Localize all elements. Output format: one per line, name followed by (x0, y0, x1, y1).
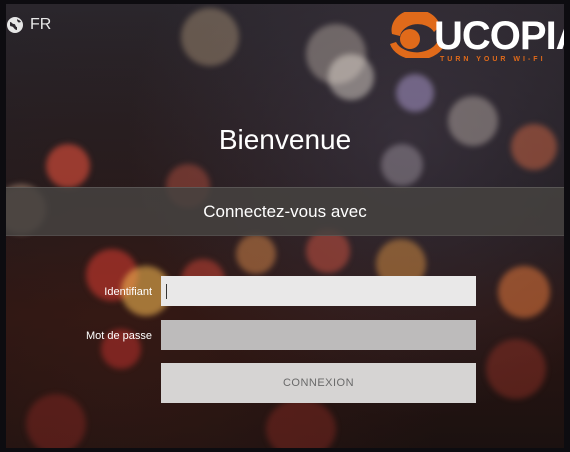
connect-prompt: Connectez-vous avec (203, 202, 367, 221)
portal-frame: FR UCOPIA TURN YOUR WI-FI Bienvenue Conn… (0, 0, 570, 452)
login-screen: FR UCOPIA TURN YOUR WI-FI Bienvenue Conn… (6, 4, 564, 448)
language-selector[interactable]: FR (6, 16, 51, 34)
text-caret (166, 284, 167, 299)
bokeh-light (181, 8, 239, 66)
globe-icon (6, 16, 24, 34)
bokeh-light (498, 266, 550, 318)
language-label: FR (30, 16, 52, 33)
connect-band: Connectez-vous avec (6, 187, 564, 236)
logo-tagline: TURN YOUR WI-FI (440, 56, 546, 63)
logo-wordmark: UCOPIA (434, 14, 564, 58)
bokeh-light (396, 74, 434, 112)
bokeh-light (236, 234, 276, 274)
bokeh-light (26, 394, 86, 448)
bokeh-light (486, 339, 546, 399)
password-input[interactable] (161, 320, 476, 350)
password-label: Mot de passe (85, 330, 152, 342)
connexion-button[interactable]: CONNEXION (161, 363, 476, 403)
bokeh-light (328, 54, 374, 100)
bokeh-light (266, 399, 336, 448)
welcome-title: Bienvenue (218, 124, 352, 155)
ucopia-logo: UCOPIA TURN YOUR WI-FI (382, 12, 564, 68)
username-input[interactable] (161, 276, 476, 306)
username-label: Identifiant (104, 286, 152, 298)
